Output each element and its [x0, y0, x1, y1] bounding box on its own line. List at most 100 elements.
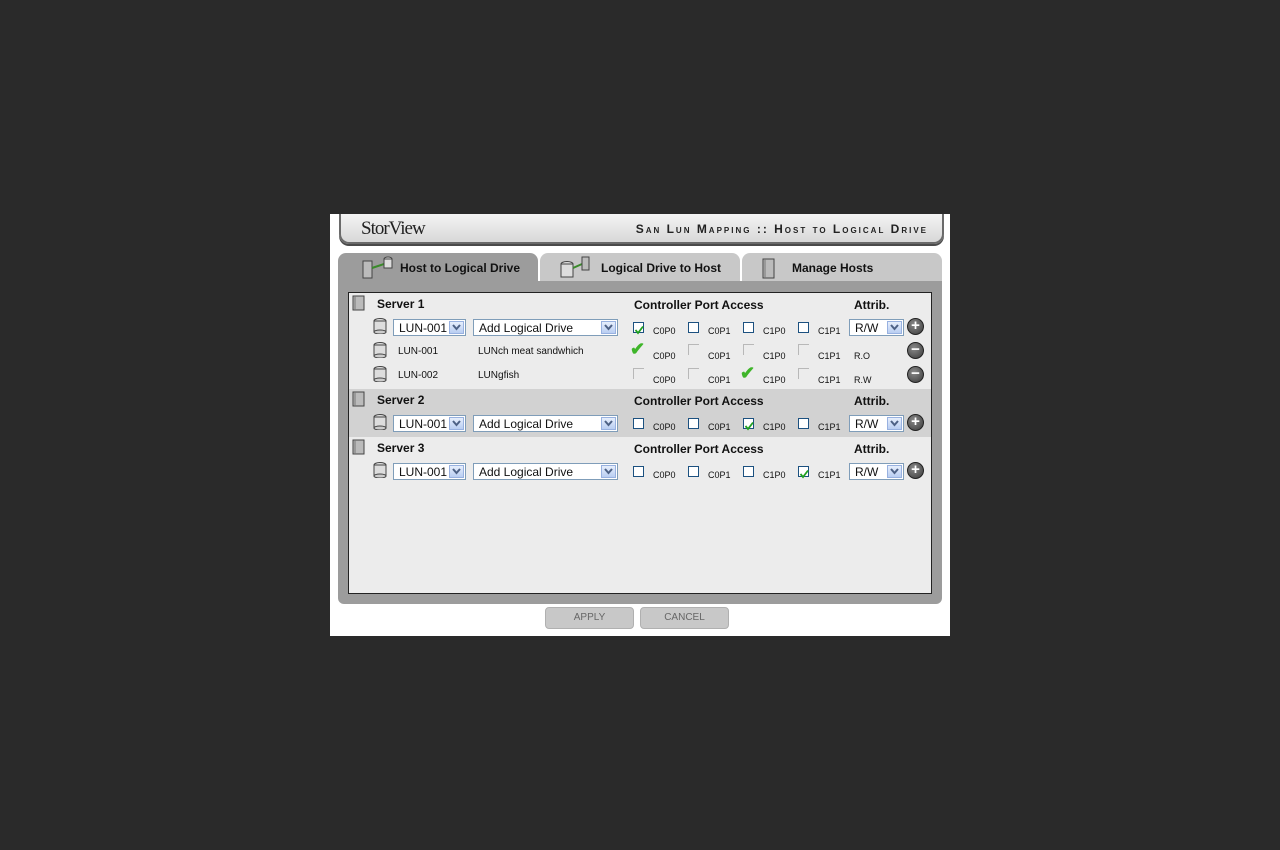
- minus-icon: −: [911, 365, 920, 382]
- plus-icon: +: [911, 413, 920, 430]
- server-icon: [352, 439, 365, 455]
- server-mapping-list: Server 1 Controller Port Access Attrib. …: [348, 292, 932, 594]
- port-enabled-check-icon: ✔: [630, 339, 646, 359]
- controller-port-access-header: Controller Port Access: [634, 298, 764, 312]
- tab-logical-drive-to-host[interactable]: Logical Drive to Host: [540, 253, 740, 281]
- mapped-attrib: R.W: [854, 375, 872, 385]
- port-label: C1P1: [818, 375, 841, 385]
- port-disabled-box: [743, 344, 754, 355]
- tab-manage-hosts[interactable]: Manage Hosts: [742, 253, 942, 281]
- port-label: C1P0: [763, 351, 786, 361]
- port-label: C0P1: [708, 375, 731, 385]
- port-label: C1P0: [763, 470, 786, 480]
- storview-logo: StorView: [361, 218, 426, 239]
- server-name: Server 2: [377, 393, 425, 407]
- port-checkbox-c0p1[interactable]: [688, 418, 699, 429]
- lun-select-value: LUN-001: [399, 321, 448, 335]
- logical-drive-select[interactable]: Add Logical Drive: [473, 463, 618, 480]
- chevron-down-icon: [449, 465, 464, 478]
- attrib-header: Attrib.: [854, 298, 890, 312]
- logical-drive-select[interactable]: Add Logical Drive: [473, 415, 618, 432]
- port-checkbox-c0p0[interactable]: [633, 466, 644, 477]
- mapped-attrib: R.O: [854, 351, 871, 361]
- chevron-down-icon: [887, 417, 902, 430]
- logical-drive-select-value: Add Logical Drive: [479, 417, 574, 431]
- tab-label: Host to Logical Drive: [400, 261, 521, 275]
- mapped-lun-name: LUNch meat sandwhich: [478, 346, 584, 357]
- chevron-down-icon: [887, 321, 902, 334]
- logical-drive-select[interactable]: Add Logical Drive: [473, 319, 618, 336]
- port-disabled-box: [798, 368, 809, 379]
- controller-port-access-header: Controller Port Access: [634, 394, 764, 408]
- port-checkbox-c1p1[interactable]: [798, 322, 809, 333]
- mapped-lun-id: LUN-002: [398, 370, 439, 381]
- port-checkbox-c1p0[interactable]: [743, 466, 754, 477]
- port-label: C0P1: [708, 326, 731, 336]
- lun-drive-icon: [373, 462, 387, 478]
- apply-button[interactable]: APPLY: [545, 607, 634, 629]
- add-mapping-button[interactable]: +: [907, 317, 924, 335]
- attrib-select-value: R/W: [855, 321, 879, 335]
- plus-icon: +: [911, 461, 920, 478]
- attrib-select-value: R/W: [855, 417, 879, 431]
- port-checkbox-c0p1[interactable]: [688, 466, 699, 477]
- tab-label: Manage Hosts: [792, 261, 874, 275]
- port-label: C1P0: [763, 375, 786, 385]
- checkmark-icon: [634, 325, 644, 335]
- add-mapping-button[interactable]: +: [907, 461, 924, 479]
- lun-select-value: LUN-001: [399, 417, 448, 431]
- port-label: C1P0: [763, 326, 786, 336]
- port-checkbox-c1p1[interactable]: [798, 466, 809, 479]
- port-label: C1P1: [818, 351, 841, 361]
- cancel-button[interactable]: CANCEL: [640, 607, 729, 629]
- chevron-down-icon: [601, 417, 616, 430]
- mapped-lun-id: LUN-001: [398, 346, 439, 357]
- server-name: Server 3: [377, 441, 425, 455]
- attrib-select[interactable]: R/W: [849, 463, 904, 480]
- server-name: Server 1: [377, 297, 425, 311]
- chevron-down-icon: [449, 321, 464, 334]
- port-label: C0P0: [653, 422, 676, 432]
- port-label: C0P0: [653, 470, 676, 480]
- attrib-header: Attrib.: [854, 394, 890, 408]
- port-label: C1P1: [818, 422, 841, 432]
- page-title: San Lun Mapping :: Host to Logical Drive: [635, 222, 928, 236]
- lun-select[interactable]: LUN-001: [393, 319, 466, 336]
- lun-select[interactable]: LUN-001: [393, 415, 466, 432]
- remove-mapping-button[interactable]: −: [907, 341, 924, 359]
- port-label: C1P1: [818, 470, 841, 480]
- port-label: C0P0: [653, 375, 676, 385]
- server-group: Server 1 Controller Port Access Attrib. …: [349, 293, 931, 389]
- port-checkbox-c0p1[interactable]: [688, 322, 699, 333]
- lun-drive-icon: [373, 414, 387, 430]
- port-label: C0P1: [708, 422, 731, 432]
- port-label: C1P0: [763, 422, 786, 432]
- logical-drive-select-value: Add Logical Drive: [479, 465, 574, 479]
- attrib-select-value: R/W: [855, 465, 879, 479]
- chevron-down-icon: [449, 417, 464, 430]
- server-group: Server 2 Controller Port Access Attrib. …: [349, 389, 931, 437]
- port-checkbox-c0p0[interactable]: [633, 322, 644, 335]
- port-label: C0P1: [708, 470, 731, 480]
- lun-select[interactable]: LUN-001: [393, 463, 466, 480]
- attrib-header: Attrib.: [854, 442, 890, 456]
- checkmark-icon: [744, 421, 754, 431]
- remove-mapping-button[interactable]: −: [907, 365, 924, 383]
- server-to-drive-icon: [362, 256, 393, 279]
- port-checkbox-c1p1[interactable]: [798, 418, 809, 429]
- lun-drive-icon: [373, 366, 387, 382]
- add-mapping-button[interactable]: +: [907, 413, 924, 431]
- port-checkbox-c0p0[interactable]: [633, 418, 644, 429]
- port-label: C0P0: [653, 326, 676, 336]
- port-enabled-check-icon: ✔: [740, 363, 756, 383]
- main-window: StorView San Lun Mapping :: Host to Logi…: [330, 214, 950, 636]
- tab-host-to-logical-drive[interactable]: Host to Logical Drive: [338, 253, 538, 281]
- attrib-select[interactable]: R/W: [849, 319, 904, 336]
- port-checkbox-c1p0[interactable]: [743, 322, 754, 333]
- tab-panel: Server 1 Controller Port Access Attrib. …: [338, 281, 942, 604]
- tab-label: Logical Drive to Host: [601, 261, 722, 275]
- logical-drive-select-value: Add Logical Drive: [479, 321, 574, 335]
- attrib-select[interactable]: R/W: [849, 415, 904, 432]
- server-icon: [352, 295, 365, 311]
- port-checkbox-c1p0[interactable]: [743, 418, 754, 431]
